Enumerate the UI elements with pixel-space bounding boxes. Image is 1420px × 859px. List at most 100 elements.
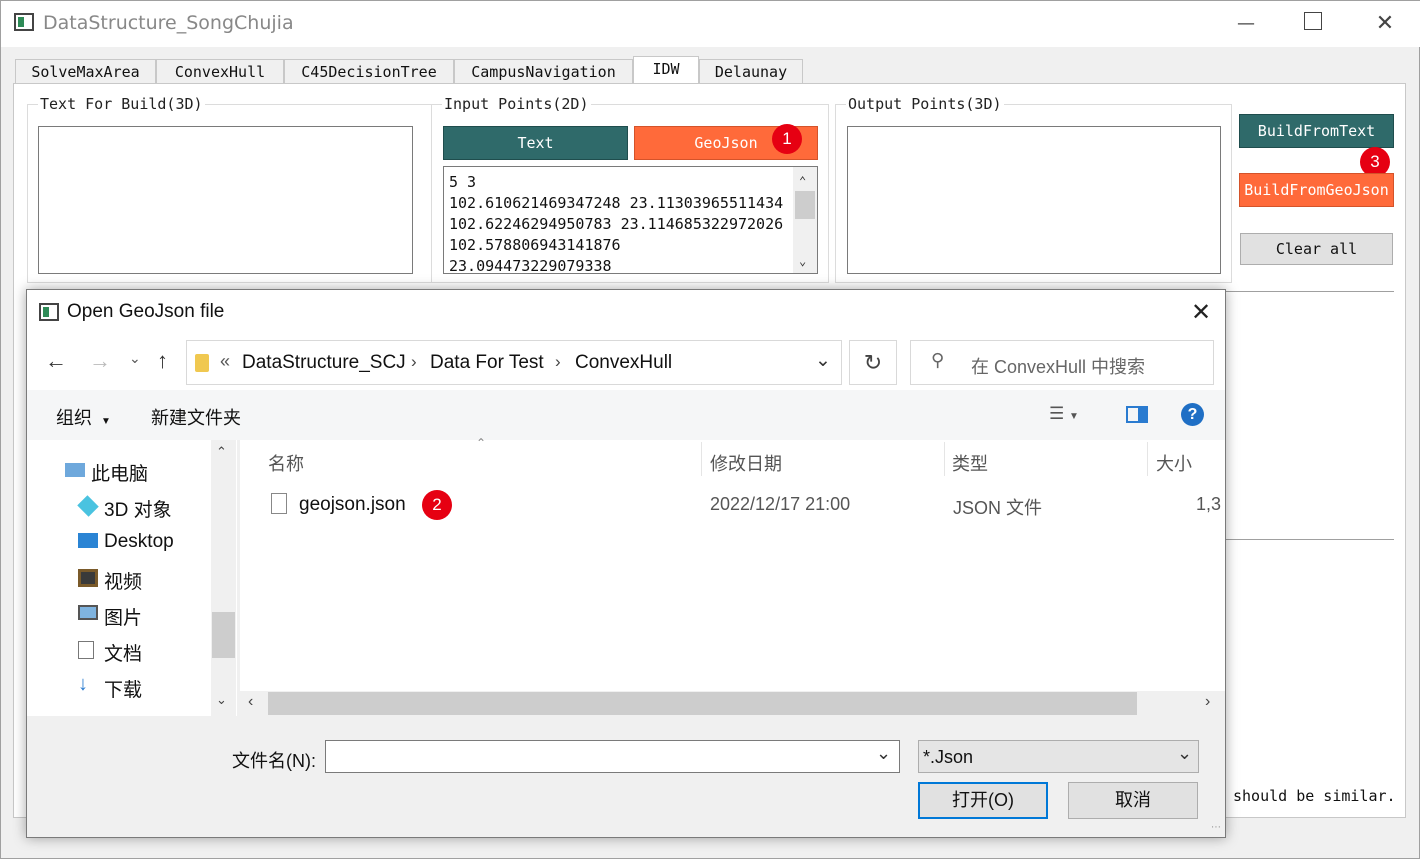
build-from-geojson-button[interactable]: BuildFromGeoJson: [1239, 173, 1394, 207]
address-dropdown-icon[interactable]: ⌄: [815, 349, 831, 372]
forward-icon[interactable]: →: [89, 348, 111, 374]
input-scrollbar[interactable]: ⌃ ⌄: [793, 167, 817, 273]
tab-delaunay[interactable]: Delaunay: [699, 59, 803, 84]
resize-grip-icon[interactable]: ⋯: [1211, 822, 1221, 833]
file-icon: [271, 493, 287, 514]
scroll-thumb[interactable]: [268, 692, 1137, 715]
nav-label: 视频: [104, 572, 143, 593]
breadcrumb-item[interactable]: Data For Test: [430, 352, 544, 374]
view-options-icon[interactable]: ☰ ▼: [1049, 404, 1079, 424]
nav-label: 此电脑: [91, 464, 149, 485]
input-line: 5 3: [449, 173, 477, 191]
search-placeholder: 在 ConvexHull 中搜索: [971, 357, 1146, 377]
tab-c45decisiontree[interactable]: C45DecisionTree: [284, 59, 454, 84]
nav-label: Desktop: [104, 531, 174, 552]
step-badge-1: 1: [772, 124, 802, 154]
scroll-down-icon[interactable]: ⌄: [216, 692, 227, 708]
tab-convexhull[interactable]: ConvexHull: [156, 59, 284, 84]
cancel-button[interactable]: 取消: [1068, 782, 1198, 819]
nav-item-this-pc[interactable]: 此电脑: [65, 459, 149, 486]
nav-label: 下载: [104, 680, 143, 701]
help-icon[interactable]: ?: [1181, 403, 1204, 426]
organize-label: 组织: [56, 408, 92, 428]
scroll-thumb[interactable]: [795, 191, 815, 219]
nav-item-pictures[interactable]: 图片: [78, 603, 143, 630]
nav-scrollbar[interactable]: ⌃ ⌄: [211, 440, 236, 716]
nav-item-downloads[interactable]: ↓ 下载: [78, 673, 143, 702]
maximize-icon[interactable]: [1304, 12, 1322, 30]
back-icon[interactable]: ←: [45, 348, 67, 374]
sort-indicator-icon: ⌃: [476, 436, 487, 450]
nav-label: 文档: [104, 644, 143, 665]
nav-label: 图片: [104, 608, 143, 629]
scroll-thumb[interactable]: [212, 612, 235, 658]
close-icon[interactable]: ✕: [1374, 13, 1396, 35]
scroll-left-icon[interactable]: ‹: [248, 693, 253, 711]
tab-campusnavigation[interactable]: CampusNavigation: [454, 59, 633, 84]
column-separator[interactable]: [701, 442, 702, 476]
search-box[interactable]: ⚲ 在 ConvexHull 中搜索: [910, 340, 1214, 385]
filename-input[interactable]: ⌄: [325, 740, 900, 773]
breadcrumb-separator-icon[interactable]: ›: [411, 352, 417, 372]
folder-icon: [195, 354, 209, 372]
desktop-icon: [78, 533, 98, 548]
horizontal-scrollbar[interactable]: ‹ ›: [240, 691, 1225, 716]
column-header-type[interactable]: 类型: [952, 450, 988, 476]
breadcrumb-item[interactable]: ConvexHull: [575, 352, 672, 374]
column-header-name[interactable]: 名称: [268, 450, 304, 476]
column-header-size[interactable]: 大小: [1156, 450, 1192, 476]
picture-icon: [78, 605, 98, 620]
divider: [1226, 539, 1394, 540]
new-folder-button[interactable]: 新建文件夹: [151, 404, 241, 430]
column-separator[interactable]: [1147, 442, 1148, 476]
clear-all-button[interactable]: Clear all: [1240, 233, 1393, 265]
breadcrumb-separator-icon[interactable]: ›: [555, 352, 561, 372]
file-type-filter[interactable]: *.Json ⌄: [918, 740, 1199, 773]
scroll-down-icon[interactable]: ⌄: [799, 251, 806, 272]
nav-item-documents[interactable]: 文档: [78, 639, 143, 666]
file-row[interactable]: geojson.json 2 2022/12/17 21:00 JSON 文件 …: [259, 488, 1225, 524]
minimize-icon[interactable]: —: [1235, 13, 1257, 35]
scroll-up-icon[interactable]: ⌃: [799, 171, 806, 192]
column-separator[interactable]: [944, 442, 945, 476]
breadcrumb-overflow[interactable]: «: [220, 351, 230, 372]
up-icon[interactable]: ↑: [157, 348, 168, 374]
breadcrumb-item[interactable]: DataStructure_SCJ: [242, 352, 406, 374]
nav-item-desktop[interactable]: Desktop: [78, 531, 174, 553]
cube-icon: [77, 495, 99, 517]
recent-locations-icon[interactable]: ⌄: [129, 350, 141, 367]
build-text-area[interactable]: [38, 126, 413, 274]
preview-pane-icon[interactable]: [1126, 406, 1148, 423]
filename-dropdown-icon[interactable]: ⌄: [876, 743, 891, 764]
tab-idw[interactable]: IDW: [633, 56, 699, 85]
input-line: 23.094473229079338: [449, 257, 612, 274]
divider: [1226, 291, 1394, 292]
build-from-text-button[interactable]: BuildFromText: [1239, 114, 1394, 148]
text-button[interactable]: Text: [443, 126, 628, 160]
nav-item-3d-objects[interactable]: 3D 对象: [77, 495, 172, 522]
input-points-text-area[interactable]: 5 3 102.610621469347248 23.1130396551143…: [443, 166, 818, 274]
dialog-title-bar: Open GeoJson file ✕: [27, 290, 1225, 334]
scroll-right-icon[interactable]: ›: [1205, 693, 1210, 711]
dialog-close-icon[interactable]: ✕: [1191, 298, 1211, 327]
scroll-up-icon[interactable]: ⌃: [216, 444, 227, 460]
video-icon: [78, 569, 98, 587]
organize-menu[interactable]: 组织 ▼: [56, 404, 111, 430]
app-title: DataStructure_SongChujia: [43, 12, 294, 34]
refresh-icon[interactable]: ↻: [849, 340, 897, 385]
app-icon: [14, 13, 34, 31]
file-size: 1,3: [1196, 494, 1222, 514]
address-bar[interactable]: « DataStructure_SCJ › Data For Test › Co…: [186, 340, 842, 385]
column-header-modified[interactable]: 修改日期: [710, 450, 782, 476]
output-text-area[interactable]: [847, 126, 1221, 274]
background-note: should be similar.: [1233, 787, 1396, 805]
input-group-title: Input Points(2D): [442, 95, 591, 113]
nav-item-videos[interactable]: 视频: [78, 567, 143, 594]
dialog-app-icon: [39, 303, 59, 321]
dialog-title: Open GeoJson file: [67, 301, 225, 322]
open-button[interactable]: 打开(O): [918, 782, 1048, 819]
tab-solvemaxarea[interactable]: SolveMaxArea: [15, 59, 156, 84]
file-name: geojson.json: [299, 494, 406, 515]
computer-icon: [65, 463, 85, 477]
build-group-title: Text For Build(3D): [38, 95, 205, 113]
